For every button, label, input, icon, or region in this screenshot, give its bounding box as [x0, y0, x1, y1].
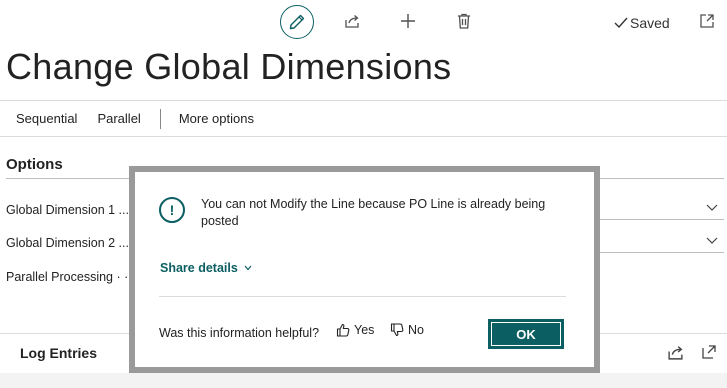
dialog-divider	[159, 296, 566, 297]
thumbs-down-icon	[390, 323, 404, 337]
thumbs-up-icon	[336, 323, 350, 337]
action-bar: Sequential Parallel More options	[0, 100, 727, 137]
chevron-down-icon	[706, 204, 718, 211]
open-in-new-window-button[interactable]	[698, 12, 716, 30]
delete-button[interactable]	[455, 11, 473, 31]
helpful-question: Was this information helpful?	[159, 326, 320, 340]
chevron-down-icon	[244, 265, 252, 271]
error-dialog-frame: ! You can not Modify the Line because PO…	[129, 166, 600, 373]
error-message: You can not Modify the Line because PO L…	[201, 197, 546, 228]
more-options-action[interactable]: More options	[179, 111, 254, 126]
no-feedback-button[interactable]: No	[390, 323, 424, 337]
saved-label: Saved	[630, 15, 670, 31]
parallel-action[interactable]: Parallel	[97, 111, 140, 126]
plus-icon	[401, 14, 415, 28]
error-dialog: ! You can not Modify the Line because PO…	[135, 172, 594, 367]
page-title: Change Global Dimensions	[6, 46, 452, 87]
yes-label: Yes	[354, 323, 375, 337]
global-dimension-2-label: Global Dimension 2 ...	[6, 236, 129, 250]
trash-icon	[458, 13, 470, 29]
share-icon	[345, 15, 359, 28]
share-details-toggle[interactable]: Share details	[160, 261, 252, 275]
log-entries-title[interactable]: Log Entries	[20, 345, 97, 361]
exclamation-icon: !	[159, 197, 185, 223]
sequential-action[interactable]: Sequential	[16, 111, 77, 126]
bottom-strip	[0, 373, 727, 388]
no-label: No	[408, 323, 424, 337]
global-dimension-2-dropdown[interactable]	[590, 229, 724, 253]
action-separator	[159, 108, 161, 129]
new-button[interactable]	[398, 11, 418, 31]
saved-status: Saved	[614, 15, 670, 31]
pencil-icon	[289, 14, 305, 30]
yes-feedback-button[interactable]: Yes	[336, 323, 374, 337]
ok-button[interactable]: OK	[488, 319, 564, 349]
options-section-title[interactable]: Options	[6, 156, 63, 173]
checkmark-icon	[614, 17, 628, 29]
share-button[interactable]	[342, 11, 362, 31]
edit-button[interactable]	[280, 5, 314, 39]
share-icon[interactable]	[667, 344, 684, 361]
global-dimension-1-label: Global Dimension 1 ...	[6, 203, 129, 217]
global-dimension-1-dropdown[interactable]	[590, 196, 724, 220]
expand-icon[interactable]	[701, 344, 717, 360]
chevron-down-icon	[706, 237, 718, 244]
open-in-new-window-icon	[700, 14, 714, 28]
parallel-processing-label: Parallel Processing · · ·	[6, 270, 136, 284]
share-details-label: Share details	[160, 261, 238, 275]
top-toolbar: Saved	[0, 0, 727, 44]
